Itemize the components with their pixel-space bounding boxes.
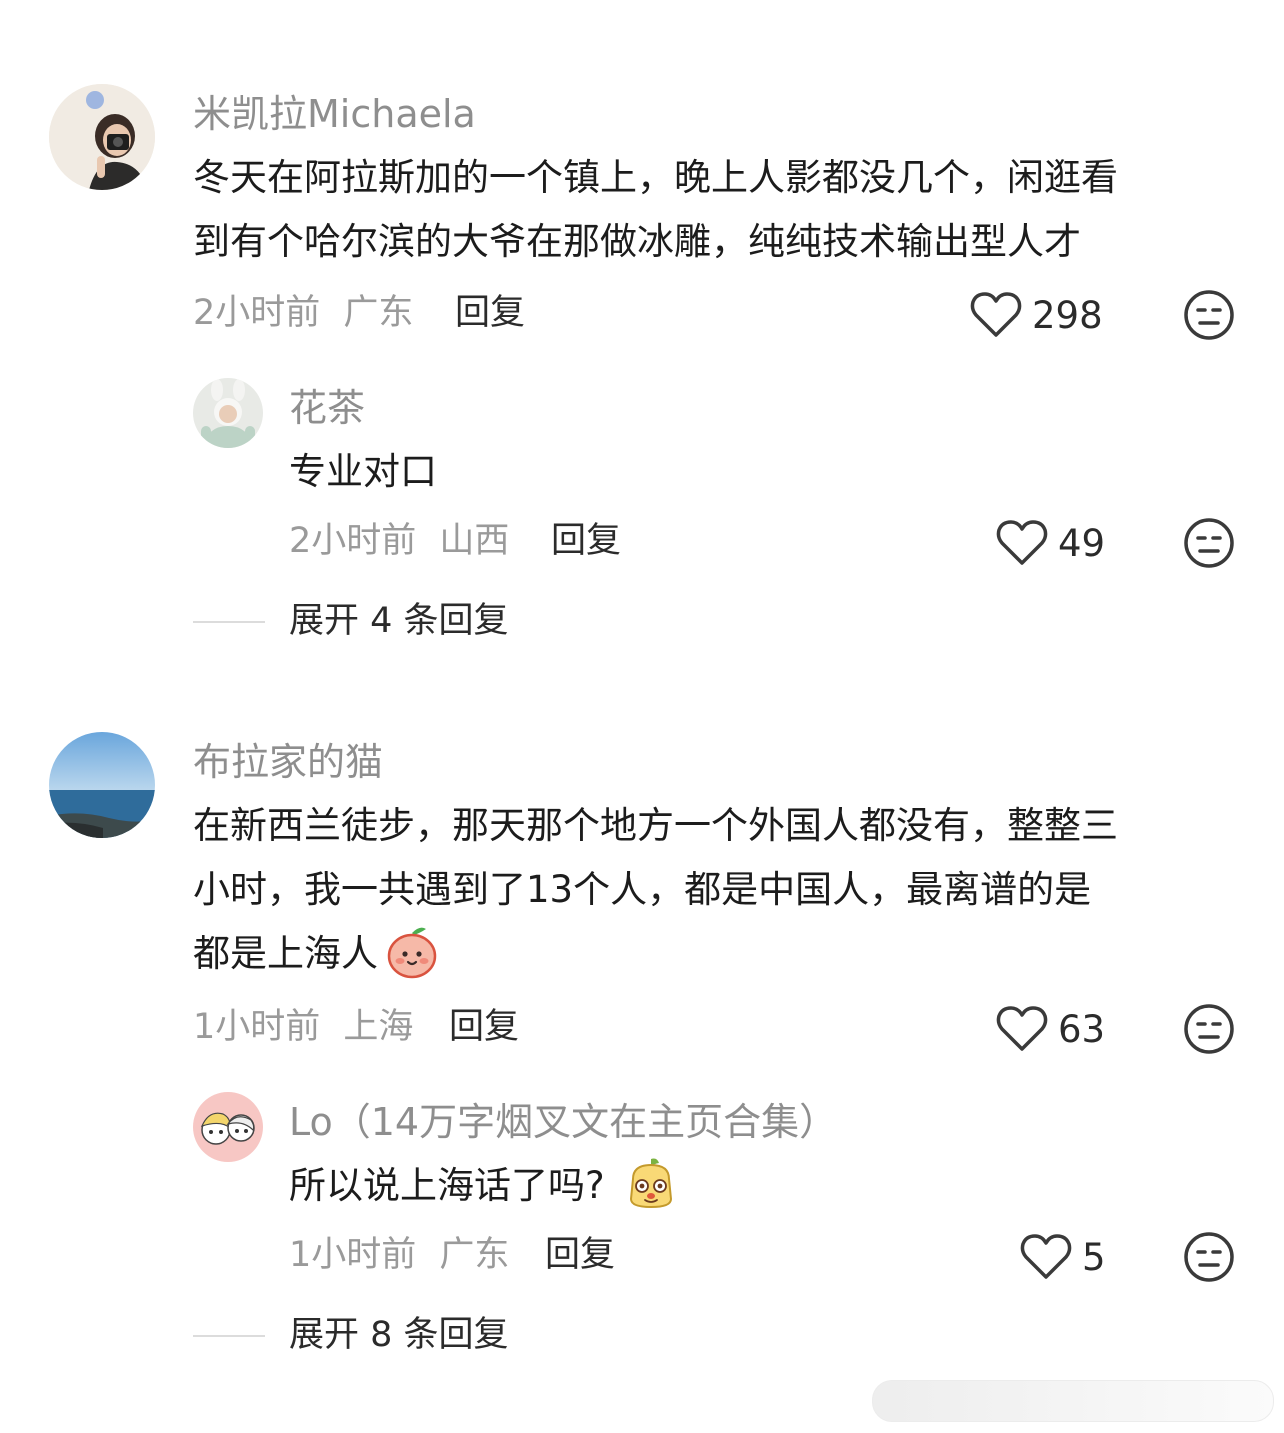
comment-text-line: 冬天在阿拉斯加的一个镇上，晚上人影都没几个，闲逛看 [193,156,1118,199]
like-count: 63 [1058,1007,1106,1051]
puppy-emoji [623,1155,679,1211]
reply-button[interactable]: 回复 [449,1010,519,1045]
expand-replies-label: 展开 4 条回复 [289,601,509,641]
heart-outline-icon [1020,1234,1072,1279]
comment-meta: 1小时前 上海 [193,1010,413,1045]
expand-replies-button[interactable]: 展开 8 条回复 [193,1318,509,1353]
neutral-face-icon[interactable] [1183,1231,1235,1283]
heart-outline-icon [996,520,1048,565]
comment-text-line: 都是上海人 [193,932,378,975]
like-button[interactable]: 298 [970,287,1103,343]
comment-text-line-last: 都是上海人 [193,922,1253,986]
reply-button[interactable]: 回复 [455,296,525,331]
reply-location: 山西 [439,521,510,561]
reply-meta: 2小时前 山西 [289,524,509,559]
comment-text-line: 到有个哈尔滨的大爷在那做冰雕，纯纯技术输出型人才 [193,220,1081,263]
comment-username[interactable]: 米凯拉Michaela [193,95,476,133]
divider [193,1334,265,1337]
neutral-face-icon[interactable] [1183,517,1235,569]
reply-text: 专业对口 [289,450,437,493]
reply-button[interactable]: 回复 [551,524,621,559]
avatar[interactable] [193,378,263,448]
like-count: 5 [1082,1235,1106,1279]
comment-location: 上海 [343,1007,414,1047]
avatar[interactable] [193,1092,263,1162]
neutral-face-icon[interactable] [1183,1003,1235,1055]
reply-time: 1小时前 [289,1235,417,1275]
like-button[interactable]: 49 [996,515,1105,571]
reply-meta: 1小时前 广东 [289,1238,509,1273]
reply-text: 所以说上海话了吗? [289,1154,679,1218]
heart-outline-icon [970,292,1022,337]
avatar[interactable] [49,732,155,838]
neutral-face-icon[interactable] [1183,289,1235,341]
like-count: 49 [1058,521,1106,565]
comment-location: 广东 [343,293,414,333]
peach-smile-emoji [384,923,440,979]
divider [193,620,265,623]
comment-text-line: 在新西兰徒步，那天那个地方一个外国人都没有，整整三 [193,804,1118,847]
avatar[interactable] [49,84,155,190]
heart-outline-icon [996,1006,1048,1051]
reply-location: 广东 [439,1235,510,1275]
comment-text: 冬天在阿拉斯加的一个镇上，晚上人影都没几个，闲逛看 到有个哈尔滨的大爷在那做冰雕… [193,146,1253,274]
reply-username[interactable]: 花茶 [289,389,365,427]
expand-replies-label: 展开 8 条回复 [289,1315,509,1355]
comment-text-line: 小时，我一共遇到了13个人，都是中国人，最离谱的是 [193,868,1092,911]
comment-time: 2小时前 [193,293,321,333]
watermark [872,1380,1274,1422]
comment-username[interactable]: 布拉家的猫 [193,743,383,781]
expand-replies-button[interactable]: 展开 4 条回复 [193,604,509,639]
reply-username[interactable]: Lo（14万字烟叉文在主页合集） [289,1103,837,1141]
comment-meta: 2小时前 广东 [193,296,413,331]
comment-time: 1小时前 [193,1007,321,1047]
comment-text: 在新西兰徒步，那天那个地方一个外国人都没有，整整三 小时，我一共遇到了13个人，… [193,794,1253,986]
reply-button[interactable]: 回复 [545,1238,615,1273]
like-count: 298 [1032,293,1103,337]
like-button[interactable]: 63 [996,1001,1105,1057]
reply-time: 2小时前 [289,521,417,561]
like-button[interactable]: 5 [1020,1229,1106,1285]
reply-text-content: 所以说上海话了吗? [289,1164,605,1207]
